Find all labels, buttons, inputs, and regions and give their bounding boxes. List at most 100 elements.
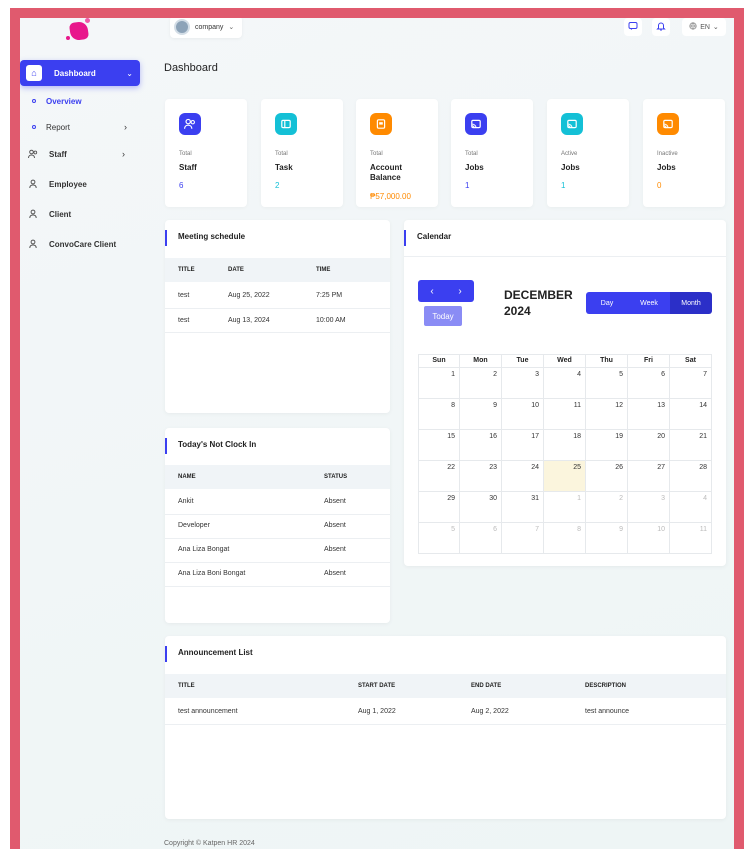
notifications-button[interactable]	[652, 18, 670, 36]
stat-value: ₱57,000.00	[370, 192, 411, 201]
calendar-week: 8 9 10 11 12 13 14	[418, 399, 712, 430]
calendar-day-cell[interactable]: 6	[628, 368, 670, 399]
jobs-icon	[657, 113, 679, 135]
calendar-day-cell[interactable]: 31	[502, 492, 544, 523]
language-label: EN	[700, 23, 710, 31]
calendar-day-cell[interactable]: 29	[418, 492, 460, 523]
today-button[interactable]: Today	[424, 306, 462, 326]
calendar-day-cell[interactable]: 16	[460, 430, 502, 461]
calendar-day-cell[interactable]: 10	[628, 523, 670, 554]
stat-value: 2	[275, 181, 280, 190]
calendar-day-cell[interactable]: 3	[628, 492, 670, 523]
calendar-day-cell[interactable]: 7	[502, 523, 544, 554]
calendar-day-cell[interactable]: 7	[670, 368, 712, 399]
stat-title: Jobs	[561, 163, 580, 172]
bell-icon	[656, 21, 666, 33]
window-frame-top	[10, 8, 744, 18]
calendar-day-cell[interactable]: 5	[586, 368, 628, 399]
stat-title: Jobs	[465, 163, 484, 172]
view-month-button[interactable]: Month	[670, 292, 712, 314]
stat-value: 1	[465, 181, 470, 190]
calendar-day-cell[interactable]: 25	[544, 461, 586, 492]
calendar-day-cell[interactable]: 1	[544, 492, 586, 523]
sidebar-item-report[interactable]: Report ›	[32, 121, 127, 133]
calendar-day-cell[interactable]: 12	[586, 399, 628, 430]
user-icon	[26, 207, 40, 221]
panel-title: Announcement List	[178, 648, 253, 657]
calendar-day-cell[interactable]: 24	[502, 461, 544, 492]
globe-icon	[689, 22, 697, 32]
calendar-day-cell[interactable]: 10	[502, 399, 544, 430]
calendar-day-cell[interactable]: 2	[586, 492, 628, 523]
table-header: TITLE DATE TIME	[165, 258, 390, 282]
calendar-day-cell[interactable]: 23	[460, 461, 502, 492]
cell-date: Aug 13, 2024	[228, 317, 270, 324]
calendar-day-cell[interactable]: 13	[628, 399, 670, 430]
calendar-day-cell[interactable]: 5	[418, 523, 460, 554]
calendar-day-cell[interactable]: 19	[586, 430, 628, 461]
calendar-day-cell[interactable]: 30	[460, 492, 502, 523]
weekday-label: Sat	[670, 354, 712, 368]
next-month-button[interactable]: ›	[458, 286, 461, 297]
column-header: TITLE	[178, 267, 195, 273]
calendar-day-cell[interactable]: 3	[502, 368, 544, 399]
chat-button[interactable]	[624, 18, 642, 36]
row-divider	[165, 514, 390, 515]
calendar-day-cell[interactable]: 4	[670, 492, 712, 523]
sidebar-item-overview[interactable]: Overview	[32, 95, 82, 107]
weekday-label: Fri	[628, 354, 670, 368]
calendar-day-cell[interactable]: 11	[544, 399, 586, 430]
calendar-day-cell[interactable]: 15	[418, 430, 460, 461]
calendar-day-cell[interactable]: 1	[418, 368, 460, 399]
calendar-grid: Sun Mon Tue Wed Thu Fri Sat 1 2 3 4 5 6 7 8 9 10 1…	[418, 354, 712, 554]
company-selector[interactable]: company ⌄	[170, 18, 242, 38]
bullet-icon	[32, 99, 36, 103]
calendar-day-cell[interactable]: 20	[628, 430, 670, 461]
sidebar-item-employee[interactable]: Employee	[26, 175, 136, 193]
calendar-day-cell[interactable]: 9	[586, 523, 628, 554]
calendar-day-cell[interactable]: 26	[586, 461, 628, 492]
prev-month-button[interactable]: ‹	[430, 286, 433, 297]
calendar-day-cell[interactable]: 22	[418, 461, 460, 492]
sidebar-item-dashboard[interactable]: ⌂ Dashboard ⌄	[20, 60, 140, 86]
calendar-day-cell[interactable]: 14	[670, 399, 712, 430]
language-selector[interactable]: EN ⌄	[682, 18, 726, 36]
sidebar-item-label: Staff	[49, 149, 67, 159]
panel-accent	[165, 646, 167, 662]
view-day-button[interactable]: Day	[586, 292, 628, 314]
view-week-button[interactable]: Week	[628, 292, 670, 314]
stat-card-active-jobs: Active Jobs 1	[547, 99, 629, 207]
frame-gap	[348, 0, 744, 8]
calendar-day-cell[interactable]: 4	[544, 368, 586, 399]
calendar-day-cell[interactable]: 27	[628, 461, 670, 492]
sidebar-item-client[interactable]: Client	[26, 205, 136, 223]
calendar-panel: Calendar ‹ › Today DECEMBER 2024 Day Wee…	[404, 220, 726, 566]
weekday-header: Sun Mon Tue Wed Thu Fri Sat	[418, 354, 712, 368]
app-logo[interactable]	[66, 18, 90, 42]
panel-title: Calendar	[417, 232, 452, 241]
stat-title: Account Balance	[370, 163, 402, 182]
avatar	[174, 19, 190, 35]
sidebar-item-label: Employee	[49, 179, 87, 189]
sidebar-item-convocare-client[interactable]: ConvoCare Client	[26, 235, 136, 253]
calendar-day-cell[interactable]: 21	[670, 430, 712, 461]
calendar-day-cell[interactable]: 28	[670, 461, 712, 492]
weekday-label: Wed	[544, 354, 586, 368]
calendar-day-cell[interactable]: 18	[544, 430, 586, 461]
stat-caption: Active	[561, 151, 578, 157]
calendar-day-cell[interactable]: 8	[544, 523, 586, 554]
calendar-day-cell[interactable]: 6	[460, 523, 502, 554]
calendar-day-cell[interactable]: 17	[502, 430, 544, 461]
calendar-day-cell[interactable]: 9	[460, 399, 502, 430]
calendar-day-cell[interactable]: 8	[418, 399, 460, 430]
weekday-label: Mon	[460, 354, 502, 368]
calendar-day-cell[interactable]: 2	[460, 368, 502, 399]
calendar-day-cell[interactable]: 11	[670, 523, 712, 554]
window-frame-left	[10, 8, 20, 849]
panel-accent	[165, 230, 167, 246]
chevron-down-icon: ⌄	[126, 68, 133, 78]
page-title: Dashboard	[164, 62, 218, 74]
row-divider	[165, 308, 390, 309]
sidebar-item-staff[interactable]: Staff ›	[26, 145, 136, 163]
stat-value: 6	[179, 181, 184, 190]
